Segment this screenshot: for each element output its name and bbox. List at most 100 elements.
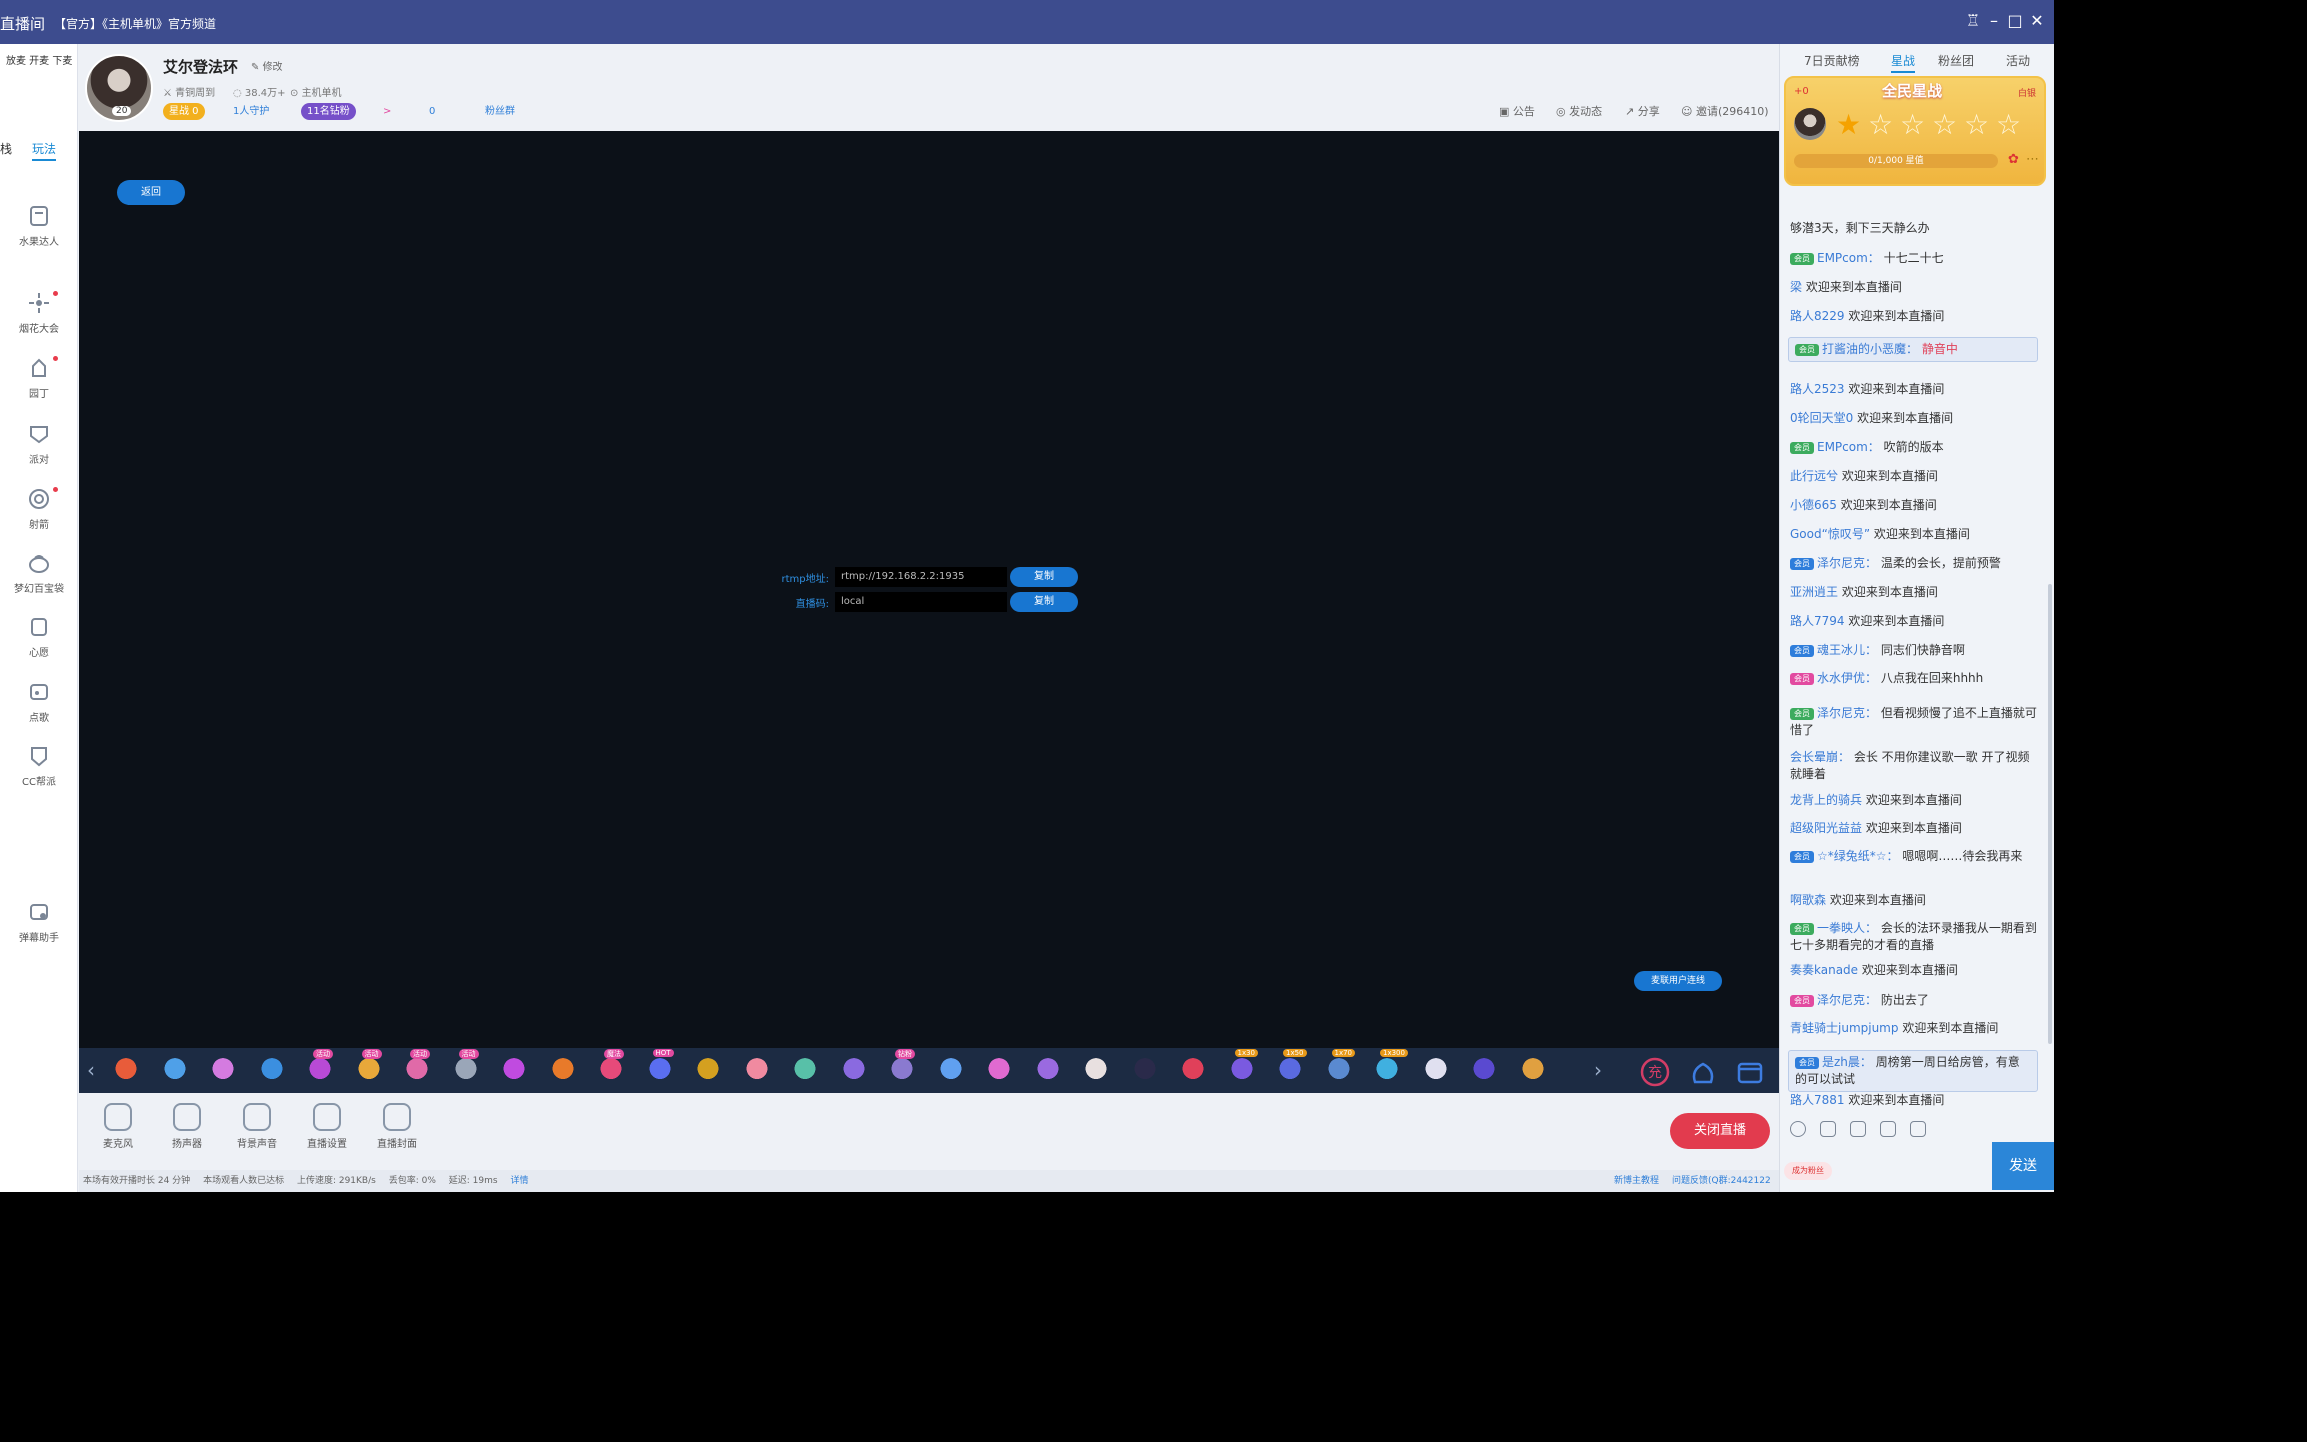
chat-username[interactable]: EMPcom：: [1817, 251, 1880, 265]
bag-icon[interactable]: [1687, 1056, 1719, 1088]
chat-username[interactable]: 青蛙骑士jumpjump: [1790, 1021, 1899, 1035]
chat-username[interactable]: EMPcom：: [1817, 440, 1880, 454]
star-war-chip[interactable]: 星战 0: [163, 103, 205, 120]
fan-group-chip[interactable]: 粉丝群: [479, 103, 521, 120]
tab-link[interactable]: 栈: [0, 140, 12, 157]
skin-icon[interactable]: ♖: [1962, 10, 1984, 32]
tab-contribution[interactable]: 7日贡献榜: [1804, 52, 1860, 69]
gift-item-icon[interactable]: 活动: [400, 1049, 434, 1084]
shop-icon[interactable]: [1734, 1056, 1766, 1088]
recharge-icon[interactable]: 充: [1639, 1056, 1671, 1088]
tab-star-war[interactable]: 星战: [1891, 52, 1916, 73]
gift-prev-arrow[interactable]: ‹: [87, 1058, 95, 1082]
emoji-icon[interactable]: [1790, 1121, 1806, 1137]
gift-item-icon[interactable]: [497, 1056, 531, 1084]
chat-username[interactable]: 是zh晨：: [1822, 1055, 1872, 1069]
hot-chip[interactable]: >: [377, 103, 397, 120]
gift-item-icon[interactable]: [206, 1056, 240, 1084]
become-fan-button[interactable]: 成为粉丝: [1784, 1162, 1832, 1180]
category-text[interactable]: ⊙ 主机单机: [290, 84, 342, 99]
sidebar-item-party[interactable]: 派对: [0, 422, 78, 466]
chat-username[interactable]: 会长晕崩：: [1790, 750, 1850, 764]
chat-username[interactable]: 啊歌森: [1790, 893, 1826, 907]
link-user-button[interactable]: 麦联用户连线: [1634, 971, 1722, 991]
share-button[interactable]: ↗ 分享: [1625, 103, 1660, 119]
more-icon[interactable]: ⋯: [2026, 152, 2039, 167]
gift-item-icon[interactable]: [1079, 1056, 1113, 1084]
gift-item-icon[interactable]: 1x30: [1224, 1049, 1259, 1084]
chat-username[interactable]: 打酱油的小恶魔：: [1822, 342, 1918, 356]
chat-username[interactable]: 水水伊优：: [1817, 671, 1877, 685]
chat-username[interactable]: 亚洲逍王: [1790, 585, 1838, 599]
guard-chip[interactable]: 1人守护: [227, 103, 275, 120]
detail-link[interactable]: 详情: [510, 1176, 528, 1186]
chat-username[interactable]: 泽尔尼克：: [1817, 706, 1877, 720]
tab-activity[interactable]: 活动: [2006, 52, 2030, 69]
background-sound-button[interactable]: 背景声音: [227, 1103, 287, 1150]
microphone-button[interactable]: 麦克风: [88, 1103, 148, 1150]
chat-username[interactable]: 龙背上的骑兵: [1790, 793, 1862, 807]
maximize-button[interactable]: □: [2004, 10, 2026, 32]
sidebar-item-treasure-bag[interactable]: 梦幻百宝袋: [0, 551, 78, 595]
back-button[interactable]: 返回: [117, 180, 185, 205]
chat-username[interactable]: 此行远兮: [1790, 469, 1838, 483]
gift-item-icon[interactable]: [1127, 1056, 1162, 1084]
diamond-fan-chip[interactable]: 11名钻粉: [301, 103, 356, 120]
gift-item-icon[interactable]: 1x300: [1370, 1049, 1408, 1084]
gift-item-icon[interactable]: [1515, 1056, 1550, 1084]
sidebar-item-danmaku[interactable]: 弹幕助手: [0, 900, 78, 944]
share-count-chip[interactable]: 0: [423, 103, 441, 120]
gift-item-icon[interactable]: [1467, 1056, 1501, 1084]
gift-next-arrow[interactable]: ›: [1594, 1058, 1602, 1082]
chat-username[interactable]: 0轮回天堂0: [1790, 411, 1853, 425]
message-icon[interactable]: [1910, 1121, 1926, 1137]
gift-item-icon[interactable]: [254, 1056, 289, 1084]
scissors-icon[interactable]: [1820, 1121, 1836, 1137]
gift-item-icon[interactable]: [1030, 1056, 1065, 1084]
live-cover-button[interactable]: 直播封面: [367, 1103, 427, 1150]
chat-username[interactable]: 魂王冰儿：: [1817, 643, 1877, 657]
chat-scrollbar[interactable]: [2048, 584, 2052, 1044]
image-icon[interactable]: [1850, 1121, 1866, 1137]
gift-item-icon[interactable]: [109, 1056, 143, 1084]
gift-item-icon[interactable]: 1x70: [1321, 1049, 1356, 1084]
close-live-button[interactable]: 关闭直播: [1670, 1113, 1770, 1149]
gift-item-icon[interactable]: HOT: [642, 1049, 677, 1084]
post-button[interactable]: ◎ 发动态: [1556, 103, 1602, 119]
gift-item-icon[interactable]: [739, 1056, 774, 1084]
sidebar-item-firework[interactable]: 烟花大会: [0, 291, 78, 335]
invite-button[interactable]: ☺ 邀请(296410): [1681, 103, 1769, 119]
chat-username[interactable]: 路人7881: [1790, 1093, 1845, 1107]
gift-item-icon[interactable]: 钻粉: [885, 1049, 919, 1084]
send-button[interactable]: 发送: [1992, 1142, 2054, 1190]
chat-username[interactable]: 小德665: [1790, 498, 1837, 512]
sidebar-item-fruit[interactable]: 水果达人: [0, 204, 78, 248]
gift-item-icon[interactable]: [157, 1056, 192, 1084]
gift-item-icon[interactable]: [1176, 1056, 1210, 1084]
chat-username[interactable]: 泽尔尼克：: [1817, 556, 1877, 570]
close-button[interactable]: ✕: [2026, 10, 2048, 32]
chat-username[interactable]: 超级阳光益益: [1790, 821, 1862, 835]
star-war-panel[interactable]: +0 全民星战 白银 ★ ☆ ☆ ☆ ☆ ☆ 0/1,000 星值 ✿ ⋯: [1784, 76, 2046, 186]
gift-icon[interactable]: ✿: [2008, 152, 2019, 167]
gift-item-icon[interactable]: [1418, 1056, 1453, 1084]
live-settings-button[interactable]: 直播设置: [297, 1103, 357, 1150]
chat-username[interactable]: 路人8229: [1790, 309, 1845, 323]
copy-rtmp-button[interactable]: 复制: [1010, 567, 1078, 587]
gift-item-icon[interactable]: [788, 1056, 822, 1084]
sidebar-item-archery[interactable]: 射箭: [0, 487, 78, 531]
tab-gameplay[interactable]: 玩法: [32, 140, 57, 161]
gift-item-icon[interactable]: [982, 1056, 1016, 1084]
gift-item-icon[interactable]: [545, 1056, 580, 1084]
feedback-link[interactable]: 问题反馈(Q群:2442122: [1672, 1170, 1771, 1192]
stream-key-field[interactable]: [835, 592, 1007, 612]
chat-username[interactable]: 路人2523: [1790, 382, 1845, 396]
sidebar-item-song[interactable]: 点歌: [0, 680, 78, 724]
gift-item-icon[interactable]: 1x50: [1273, 1049, 1307, 1084]
edit-button[interactable]: ✎ 修改: [251, 58, 283, 73]
gift-item-icon[interactable]: 活动: [351, 1049, 386, 1084]
chat-username[interactable]: 路人7794: [1790, 614, 1845, 628]
sidebar-item-clan[interactable]: CC帮派: [0, 744, 78, 788]
gift-item-icon[interactable]: [836, 1056, 871, 1084]
gift-item-icon[interactable]: [691, 1056, 725, 1084]
